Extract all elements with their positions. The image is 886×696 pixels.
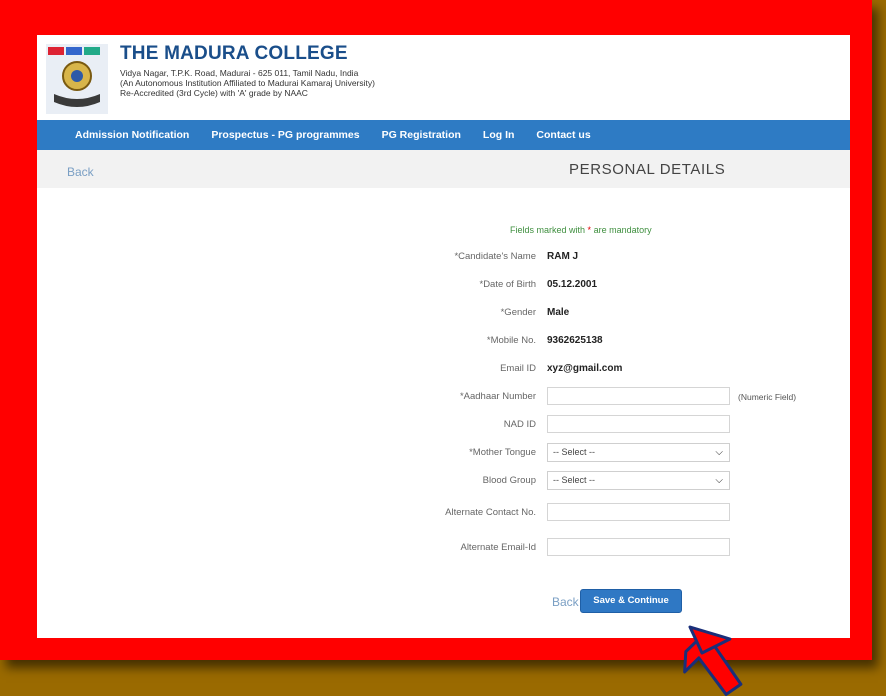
candidate-name-label: *Candidate's Name — [454, 251, 536, 262]
aadhaar-label: *Aadhaar Number — [459, 391, 536, 402]
site-header: THE MADURA COLLEGE Vidya Nagar, T.P.K. R… — [37, 35, 850, 120]
chevron-down-icon: ⌵ — [715, 475, 723, 486]
nav-pg-registration[interactable]: PG Registration — [382, 129, 461, 141]
blood-group-selected: -- Select -- — [553, 475, 596, 485]
aadhaar-hint: (Numeric Field) — [738, 392, 797, 402]
blood-group-label: Blood Group — [482, 475, 536, 486]
address-line-3: Re-Accredited (3rd Cycle) with 'A' grade… — [120, 88, 308, 98]
mother-tongue-selected: -- Select -- — [553, 447, 596, 457]
alt-email-label: Alternate Email-Id — [460, 542, 536, 553]
mother-tongue-select[interactable]: -- Select -- ⌵ — [547, 443, 730, 462]
red-arrow-icon — [683, 625, 743, 696]
mother-tongue-label: *Mother Tongue — [469, 447, 536, 458]
aadhaar-input[interactable] — [547, 387, 730, 405]
mandatory-note-suffix: are mandatory — [593, 225, 652, 235]
save-continue-button[interactable]: Save & Continue — [580, 589, 682, 613]
gender-value: Male — [547, 307, 570, 318]
gender-label: *Gender — [500, 307, 536, 318]
candidate-name-value: RAM J — [547, 251, 579, 262]
browser-page: THE MADURA COLLEGE Vidya Nagar, T.P.K. R… — [37, 35, 850, 638]
email-value: xyz@gmail.com — [547, 363, 623, 374]
mobile-value: 9362625138 — [547, 335, 603, 346]
address-line-1: Vidya Nagar, T.P.K. Road, Madurai - 625 … — [120, 68, 359, 78]
blood-group-select[interactable]: -- Select -- ⌵ — [547, 471, 730, 490]
alt-email-input[interactable] — [547, 538, 730, 556]
alt-contact-label: Alternate Contact No. — [445, 507, 536, 518]
nav-admission-notification[interactable]: Admission Notification — [75, 129, 189, 141]
nav-prospectus[interactable]: Prospectus - PG programmes — [211, 129, 359, 141]
mobile-label: *Mobile No. — [486, 335, 536, 346]
back-link-top[interactable]: Back — [67, 165, 94, 179]
college-logo-icon — [46, 44, 108, 114]
nav-login[interactable]: Log In — [483, 129, 515, 141]
chevron-down-icon: ⌵ — [715, 447, 723, 458]
alt-contact-input[interactable] — [547, 503, 730, 521]
email-label: Email ID — [500, 363, 536, 374]
dob-label: *Date of Birth — [479, 279, 537, 290]
nav-contact-us[interactable]: Contact us — [536, 129, 590, 141]
mandatory-star: * — [587, 225, 592, 235]
nad-input[interactable] — [547, 415, 730, 433]
mandatory-note-prefix: Fields marked with — [510, 225, 586, 235]
main-navbar: Admission Notification Prospectus - PG p… — [37, 120, 850, 150]
page-title: PERSONAL DETAILS — [569, 161, 726, 178]
back-link-bottom[interactable]: Back — [552, 595, 579, 609]
mandatory-note: Fields marked with * are mandatory — [510, 225, 652, 235]
address-line-2: (An Autonomous Institution Affiliated to… — [120, 78, 375, 88]
college-name: THE MADURA COLLEGE — [120, 43, 348, 64]
dob-value: 05.12.2001 — [547, 279, 598, 290]
nad-label: NAD ID — [503, 419, 536, 430]
section-subbar — [37, 150, 850, 188]
